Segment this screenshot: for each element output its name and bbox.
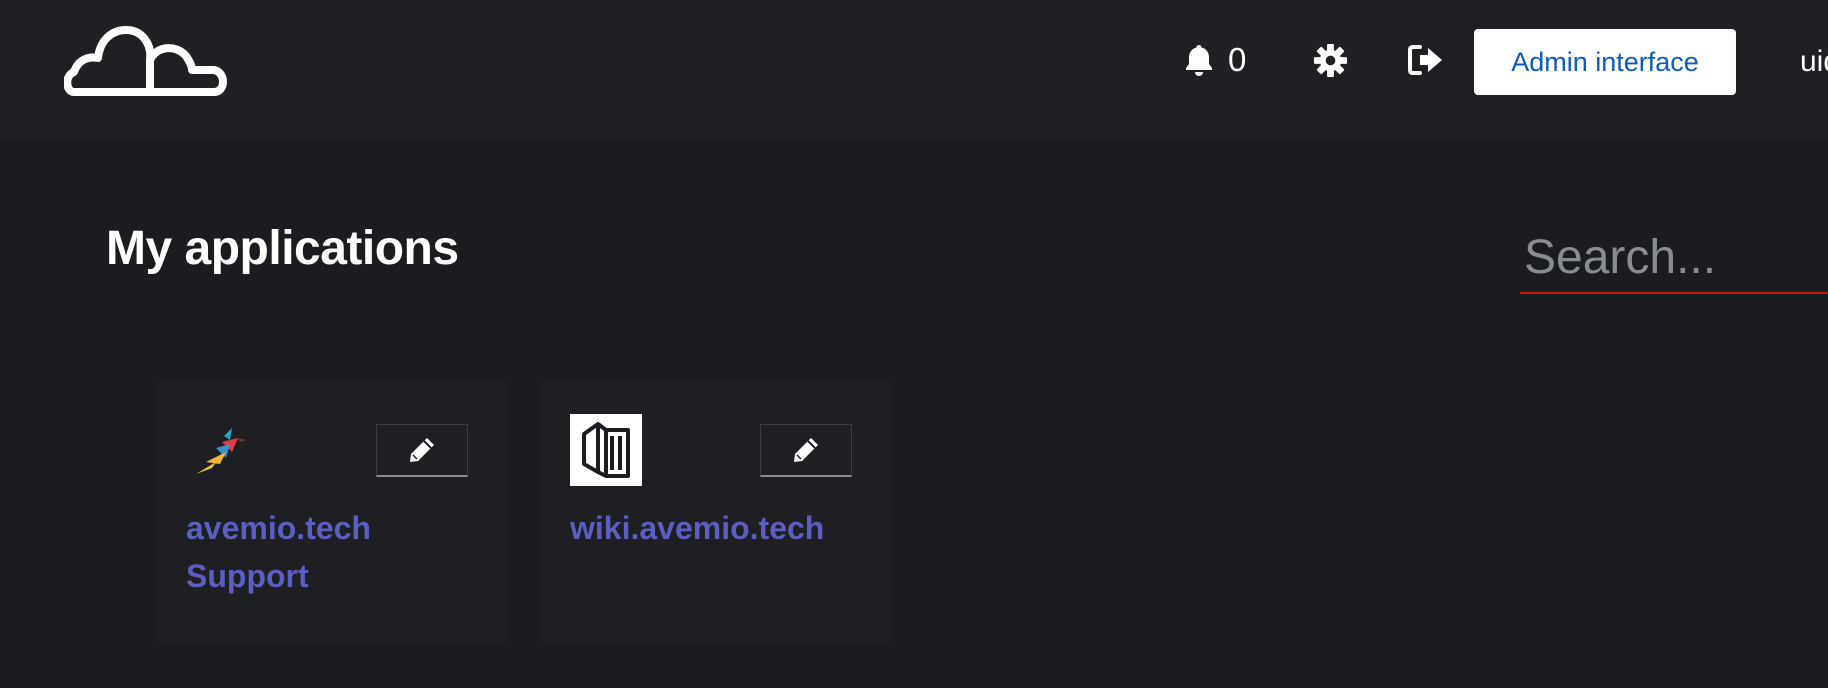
sign-out-icon[interactable] (1408, 44, 1444, 76)
notifications[interactable]: 0 (1184, 43, 1246, 77)
edit-button[interactable] (760, 424, 852, 477)
bird-logo-icon[interactable] (186, 414, 258, 486)
bell-icon (1186, 45, 1212, 76)
wiki-book-icon[interactable] (570, 414, 642, 486)
pencil-icon (794, 438, 818, 462)
cloud-logo-icon[interactable] (64, 26, 229, 98)
page-title: My applications (106, 222, 459, 275)
application-card: wiki.avemio.tech (539, 382, 891, 645)
top-bar: 0 Admin interface uid (0, 0, 1828, 138)
edit-button[interactable] (376, 424, 468, 477)
admin-interface-button[interactable]: Admin interface (1474, 29, 1736, 95)
notification-count: 0 (1228, 41, 1247, 78)
application-link[interactable]: wiki.avemio.tech (570, 504, 870, 552)
search-input[interactable] (1520, 222, 1828, 294)
application-card: avemio.tech Support (155, 382, 507, 645)
application-link[interactable]: avemio.tech Support (186, 504, 486, 600)
user-menu[interactable]: uid (1800, 42, 1828, 82)
gear-icon[interactable] (1313, 43, 1348, 78)
pencil-icon (410, 438, 434, 462)
